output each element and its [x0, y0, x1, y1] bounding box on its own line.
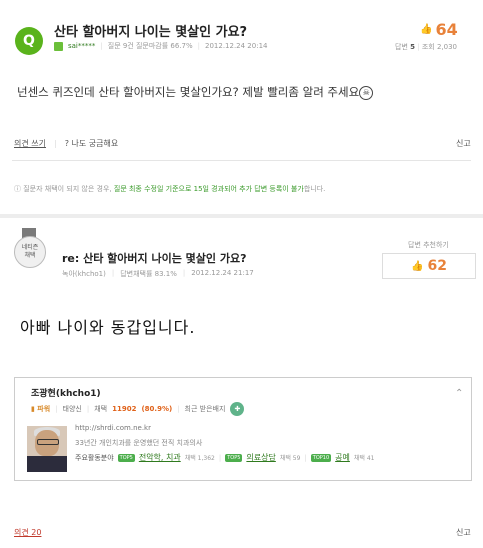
question-body: 넌센스 퀴즈인데 산타 할아버지는 몇살인가요? 제발 빨리좀 알려 주세요 ☠ [17, 84, 374, 100]
power-badge: ▮ 파워 [31, 404, 50, 414]
thumbs-up-icon: 👍 [420, 24, 433, 35]
meta-divider: | [177, 405, 180, 413]
write-opinion-link[interactable]: 의견 쓰기 [14, 138, 46, 149]
profile-adopt-label: 채택 [94, 405, 108, 413]
field-link[interactable]: 공예 [335, 452, 350, 463]
question-body-text: 넌센스 퀴즈인데 산타 할아버지는 몇살인가요? 제발 빨리좀 알려 주세요 [17, 85, 360, 99]
power-label: 파워 [37, 405, 51, 413]
field-count: 채택 1,362 [184, 455, 215, 462]
curious-button[interactable]: ? 나도 궁금해요 [65, 138, 119, 149]
meta-divider: | [55, 405, 58, 413]
answers-count: 5 [410, 43, 415, 51]
question-actionbar: 의견 쓰기 | ? 나도 궁금해요 [14, 138, 118, 149]
answer-opinion-link[interactable]: 의견 20 [14, 527, 41, 538]
question-date: 2012.12.24 20:14 [205, 42, 268, 50]
meta-divider: | [197, 42, 200, 50]
question-stats: 답변 5 | 조회 2,030 [395, 42, 457, 52]
answerer-profile-card: 조광현(khcho1) ⌃ ▮ 파워 | 태양신 | 채택 11902 (80.… [14, 377, 472, 481]
field-link[interactable]: 전악학, 치과 [139, 452, 181, 463]
answer-meta: 녹아(khcho1) | 답변채택률 83.1% | 2012.12.24 21… [62, 269, 254, 279]
question-report-link[interactable]: 신고 [456, 138, 471, 149]
recent-badge-icon[interactable]: ✚ [230, 402, 245, 416]
profile-photo [27, 426, 67, 472]
divider [12, 160, 471, 161]
views-label: 조회 [421, 43, 435, 51]
notice-prefix: 질문자 채택이 되지 않은 경우, [23, 185, 112, 193]
medal-text-1: 네티즌 [21, 244, 39, 251]
field-count: 채택 59 [279, 455, 301, 462]
info-icon: ⓘ [14, 185, 21, 193]
profile-adopt-percent: (80.9%) [141, 405, 173, 413]
thumbs-up-icon: 👍 [411, 260, 424, 272]
photo-glasses [37, 439, 59, 445]
profile-stats: ▮ 파워 | 태양신 | 채택 11902 (80.9%) | 최근 받은배지 … [31, 402, 245, 416]
profile-fields: 주요활동분야 TOP5 전악학, 치과 채택 1,362 | TOP5 의료상담… [75, 452, 375, 463]
profile-name[interactable]: 조광현(khcho1) [31, 386, 101, 399]
meta-divider: | [218, 453, 222, 462]
field-link[interactable]: 의료상담 [246, 452, 275, 463]
answer-vote-button[interactable]: 👍 62 [382, 253, 476, 279]
field-rank-tag: TOP5 [117, 453, 135, 462]
skull-emoticon-icon: ☠ [359, 85, 374, 100]
answer-report-link[interactable]: 신고 [456, 527, 471, 538]
meta-divider: | [100, 42, 103, 50]
question-username[interactable]: sai***** [68, 42, 95, 50]
question-badge: Q [15, 27, 43, 55]
notice-text: ⓘ 질문자 채택이 되지 않은 경우, 질문 최종 수정일 기준으로 15일 경… [14, 184, 325, 194]
photo-suit [27, 456, 67, 472]
notice-suffix: 합니다. [303, 185, 326, 193]
meta-divider: | [182, 269, 186, 277]
field-count: 채택 41 [353, 455, 375, 462]
question-title: 산타 할아버지 나이는 몇살인 가요? [54, 25, 248, 40]
user-level-icon [54, 41, 63, 51]
question-vote[interactable]: 👍 64 [420, 20, 458, 39]
question-mark-icon: ? [64, 139, 69, 148]
answer-author[interactable]: 녹아(khcho1) [62, 269, 106, 279]
profile-adopt-count: 11902 [112, 405, 137, 413]
answer-date: 2012.12.24 21:17 [191, 269, 254, 277]
medal-disc: 네티즌 채택 [14, 236, 46, 268]
action-divider: | [53, 139, 57, 148]
collapse-icon[interactable]: ⌃ [455, 388, 463, 399]
field-rank-tag: TOP10 [310, 453, 332, 462]
answer-vote-count: 62 [427, 258, 447, 274]
meta-divider: | [417, 43, 420, 51]
profile-url[interactable]: http://shrdi.com.ne.kr [75, 424, 151, 432]
answer-body: 아빠 나이와 동갑입니다. [20, 318, 196, 337]
question-meta: sai***** | 질문 9건 질문마감률 66.7% | 2012.12.2… [54, 41, 267, 51]
profile-career: 33년간 개인치과를 운영했던 전직 치과의사 [75, 439, 203, 447]
curious-label: 나도 궁금해요 [71, 139, 119, 148]
power-icon: ▮ [31, 405, 35, 413]
views-count: 2,030 [436, 43, 457, 51]
answer-title: re: 산타 할아버지 나이는 몇살인 가요? [62, 252, 247, 265]
profile-grade: 태양신 [62, 405, 82, 413]
answer-vote-label: 답변 추천하기 [408, 241, 449, 249]
meta-divider: | [86, 405, 90, 413]
medal-text-2: 채택 [24, 252, 36, 259]
answer-adopt-rate: 답변채택률 83.1% [120, 270, 177, 278]
notice-highlight: 질문 최종 수정일 기준으로 15일 경과되어 추가 답변 등록이 불가 [113, 185, 304, 193]
field-rank-tag: TOP5 [225, 453, 243, 462]
netizen-adopted-medal: 네티즌 채택 [11, 228, 47, 268]
fields-label: 주요활동분야 [75, 453, 114, 462]
question-vote-count: 64 [435, 20, 458, 39]
section-separator [0, 214, 483, 218]
recent-badge-label: 최근 받은배지 [184, 405, 226, 413]
question-user-stats: 질문 9건 질문마감률 66.7% [107, 42, 193, 50]
meta-divider: | [111, 269, 115, 277]
answers-label: 답변 [395, 43, 408, 51]
meta-divider: | [304, 453, 307, 462]
